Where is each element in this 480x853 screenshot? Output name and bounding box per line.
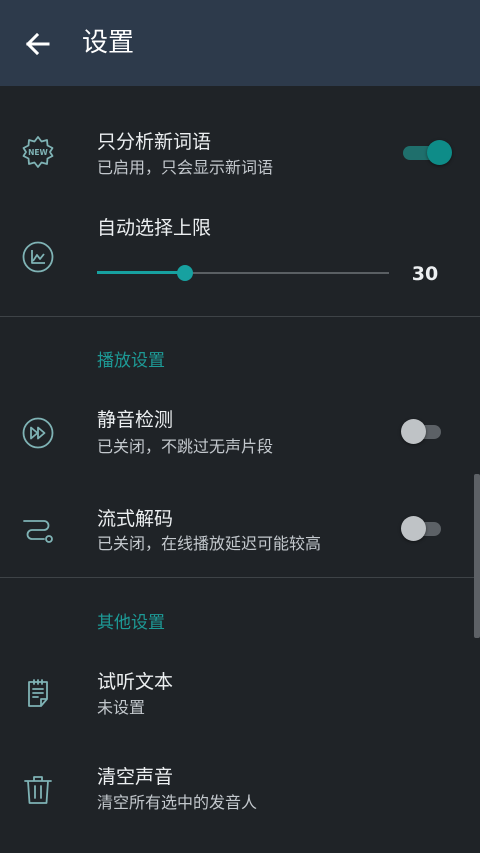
clipboard-icon: [28, 679, 48, 707]
section-header-playback: 播放设置: [97, 351, 165, 371]
setting-title: 流式解码: [97, 508, 174, 530]
new-badge-icon: NEW: [22, 136, 54, 168]
toggle-thumb: [401, 419, 426, 444]
toggle-thumb: [401, 516, 426, 541]
divider: [0, 577, 480, 578]
setting-streaming-decode[interactable]: 流式解码 已关闭，在线播放延迟可能较高: [0, 486, 480, 576]
setting-subtitle: 未设置: [97, 698, 146, 717]
setting-subtitle: 已关闭，在线播放延迟可能较高: [97, 534, 322, 553]
section-header-other: 其他设置: [97, 613, 165, 633]
slider-thumb[interactable]: [177, 265, 193, 281]
silence-detection-toggle[interactable]: [399, 418, 445, 446]
setting-clear-voices[interactable]: 清空声音 清空所有选中的发音人: [0, 748, 480, 840]
new-words-toggle[interactable]: [399, 139, 452, 167]
settings-list[interactable]: NEW 只分析新词语 已启用，只会显示新词语 自动选择上限 30 播放设置 静音…: [0, 86, 480, 853]
app-bar: 设置: [0, 0, 480, 86]
setting-title: 清空声音: [97, 766, 174, 788]
setting-silence-detection[interactable]: 静音检测 已关闭，不跳过无声片段: [0, 390, 480, 478]
fast-forward-icon: [22, 417, 54, 449]
setting-new-words-only[interactable]: NEW 只分析新词语 已启用，只会显示新词语: [0, 114, 480, 200]
setting-subtitle: 已启用，只会显示新词语: [97, 158, 274, 177]
setting-preview-text[interactable]: 试听文本 未设置: [0, 652, 480, 742]
chart-icon: [22, 241, 54, 273]
slider-fill: [97, 271, 185, 274]
setting-title: 静音检测: [97, 409, 174, 431]
auto-select-limit-slider[interactable]: [97, 263, 389, 283]
scrollbar[interactable]: [474, 474, 480, 638]
setting-title: 试听文本: [97, 671, 174, 693]
divider: [0, 316, 480, 317]
trash-icon: [24, 776, 52, 804]
back-button[interactable]: [18, 24, 58, 64]
arrow-back-icon: [25, 32, 50, 56]
setting-auto-select-limit: 自动选择上限: [0, 200, 480, 316]
setting-subtitle: 清空所有选中的发音人: [97, 793, 258, 812]
setting-title: 只分析新词语: [97, 131, 212, 153]
setting-subtitle: 已关闭，不跳过无声片段: [97, 437, 274, 456]
page-title: 设置: [82, 28, 135, 58]
svg-text:NEW: NEW: [28, 148, 48, 157]
toggle-thumb: [427, 140, 452, 165]
streaming-decode-toggle[interactable]: [399, 515, 445, 543]
slider-value: 30: [411, 263, 439, 285]
setting-title: 自动选择上限: [97, 217, 212, 239]
route-icon: [23, 520, 53, 543]
